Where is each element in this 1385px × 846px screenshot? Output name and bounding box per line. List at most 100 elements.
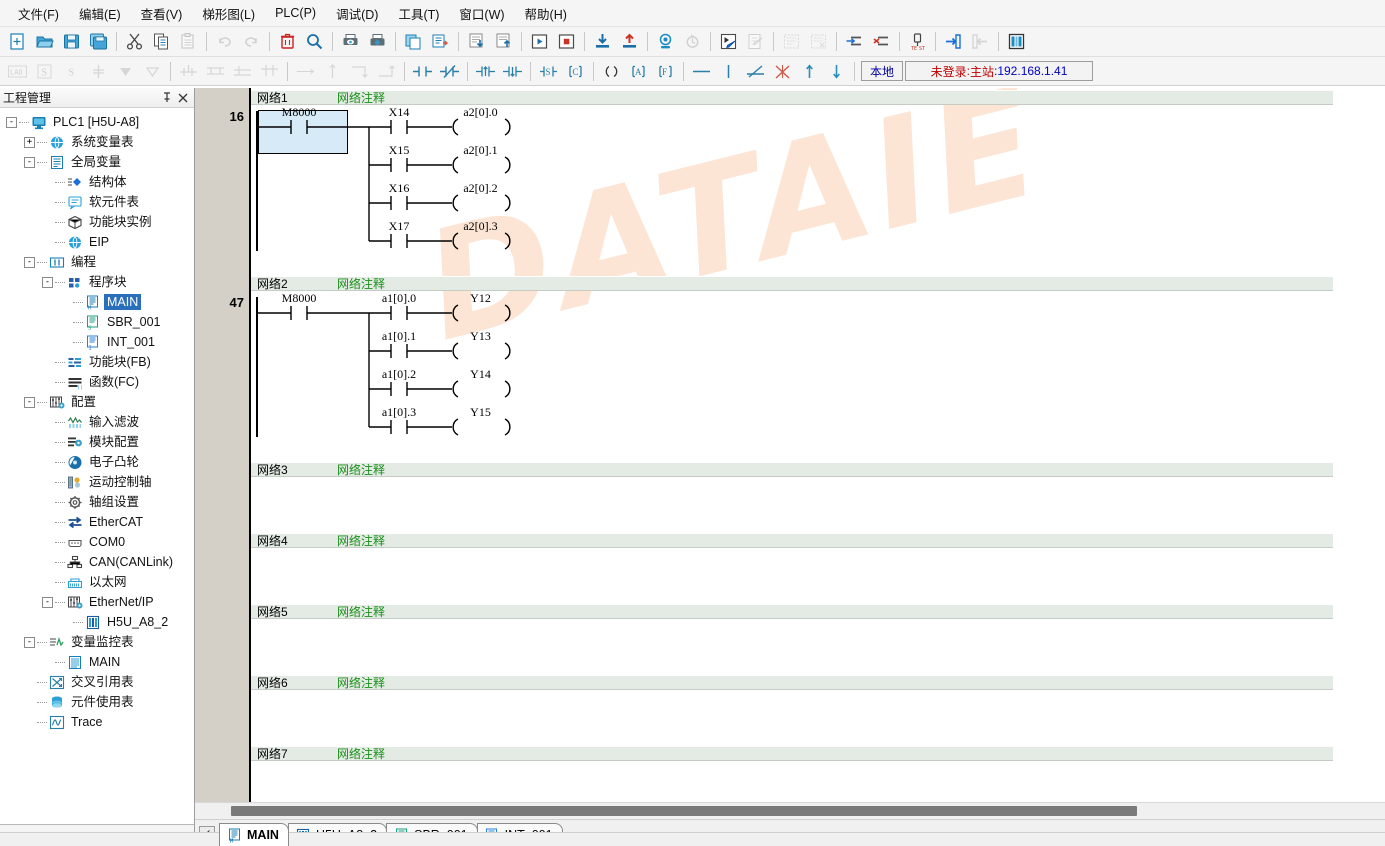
tree-global-vars[interactable]: - 全局变量 bbox=[0, 152, 194, 172]
clock-icon[interactable] bbox=[680, 29, 705, 54]
tree-h5u-a8-2[interactable]: H5U_A8_2 bbox=[0, 612, 194, 632]
expand-toggle-icon[interactable]: + bbox=[24, 136, 35, 148]
menu-ladder[interactable]: 梯形图(L) bbox=[192, 0, 265, 27]
monitor-icon[interactable] bbox=[653, 29, 678, 54]
tree-programming[interactable]: - 编程 bbox=[0, 252, 194, 272]
move-down-open-icon[interactable] bbox=[140, 59, 165, 84]
download-icon[interactable] bbox=[590, 29, 615, 54]
paste-icon[interactable] bbox=[176, 29, 201, 54]
collapse-toggle-icon[interactable]: - bbox=[24, 156, 35, 168]
network-comment[interactable]: 网络注释 bbox=[337, 745, 385, 762]
print-icon[interactable] bbox=[365, 29, 390, 54]
network-header-bar[interactable]: 网络3 网络注释 bbox=[251, 462, 1333, 477]
draw-hline-icon[interactable] bbox=[689, 59, 714, 84]
rung-branch-icon[interactable] bbox=[203, 59, 228, 84]
stop-icon[interactable] bbox=[554, 29, 579, 54]
logout-icon[interactable] bbox=[968, 29, 993, 54]
tree-eip[interactable]: EIP bbox=[0, 232, 194, 252]
no-contact-icon[interactable] bbox=[410, 59, 435, 84]
tree-axis-group[interactable]: 轴组设置 bbox=[0, 492, 194, 512]
run-edit-icon[interactable] bbox=[716, 29, 741, 54]
tree-com0[interactable]: COM0 bbox=[0, 532, 194, 552]
falling-contact-icon[interactable] bbox=[500, 59, 525, 84]
force-icon[interactable] bbox=[779, 29, 804, 54]
tree-element-usage[interactable]: 元件使用表 bbox=[0, 692, 194, 712]
stl-mode-icon[interactable]: S bbox=[32, 59, 57, 84]
open-folder-icon[interactable] bbox=[32, 29, 57, 54]
h-line-icon[interactable] bbox=[293, 59, 318, 84]
network-rungs[interactable]: M8000 X14 a2[0].0 X15 a2[0].1 X16 a2[0].2 X17 a2… bbox=[251, 105, 1333, 269]
collapse-toggle-icon[interactable]: - bbox=[24, 396, 35, 408]
nc-contact-icon[interactable] bbox=[437, 59, 462, 84]
collapse-toggle-icon[interactable]: - bbox=[42, 276, 53, 288]
tree-sbr-001[interactable]: S SBR_001 bbox=[0, 312, 194, 332]
project-tree[interactable]: - PLC1 [H5U-A8] + 系统变量表 - 全局变量 结构体 软元件表 功能块实例 EIP… bbox=[0, 108, 194, 824]
coil-icon[interactable] bbox=[599, 59, 624, 84]
menu-edit[interactable]: 编辑(E) bbox=[69, 0, 131, 27]
tree-ethernet[interactable]: 以太网 bbox=[0, 572, 194, 592]
upload-icon[interactable] bbox=[617, 29, 642, 54]
sfc-mode-icon[interactable]: S bbox=[59, 59, 84, 84]
tree-module-config[interactable]: 模块配置 bbox=[0, 432, 194, 452]
network-comment[interactable]: 网络注释 bbox=[337, 674, 385, 691]
tree-motion-axis[interactable]: 运动控制轴 bbox=[0, 472, 194, 492]
tree-int-001[interactable]: I INT_001 bbox=[0, 332, 194, 352]
login-icon[interactable] bbox=[941, 29, 966, 54]
test-usb-icon[interactable]: TE ST bbox=[905, 29, 930, 54]
v-line-up-icon[interactable] bbox=[320, 59, 345, 84]
connection-status-field[interactable]: 未登录: 主站:192.168.1.41 bbox=[905, 61, 1094, 81]
menu-debug[interactable]: 调试(D) bbox=[326, 0, 388, 27]
tree-cross-ref[interactable]: 交叉引用表 bbox=[0, 672, 194, 692]
network-header-bar[interactable]: 网络5 网络注释 bbox=[251, 604, 1333, 619]
tree-ecam[interactable]: 电子凸轮 bbox=[0, 452, 194, 472]
network-header-bar[interactable]: 网络4 网络注释 bbox=[251, 533, 1333, 548]
menu-tools[interactable]: 工具(T) bbox=[388, 0, 449, 27]
save-icon[interactable] bbox=[59, 29, 84, 54]
tree-ethernet-ip[interactable]: - EtherNet/IP bbox=[0, 592, 194, 612]
arrow-down-icon[interactable] bbox=[824, 59, 849, 84]
cut-icon[interactable] bbox=[122, 29, 147, 54]
tree-function[interactable]: () 函数(FC) bbox=[0, 372, 194, 392]
network-header-bar[interactable]: 网络2 网络注释 bbox=[251, 276, 1333, 291]
tree-soft-element[interactable]: 软元件表 bbox=[0, 192, 194, 212]
network-comment[interactable]: 网络注释 bbox=[337, 461, 385, 478]
collapse-toggle-icon[interactable]: - bbox=[6, 116, 17, 128]
tree-var-monitor[interactable]: - 变量监控表 bbox=[0, 632, 194, 652]
connection-mode-field[interactable]: 本地 bbox=[861, 61, 904, 81]
save-all-icon[interactable] bbox=[86, 29, 111, 54]
arrow-up-icon[interactable] bbox=[797, 59, 822, 84]
ladder-canvas[interactable]: DATAIE 网络1 网络注释 M8000 X14 a2[0].0 X15 a2[0].1 X… bbox=[251, 88, 1385, 802]
device-icon[interactable] bbox=[1004, 29, 1029, 54]
lad-mode-icon[interactable]: LAD bbox=[5, 59, 30, 84]
network-header-bar[interactable]: 网络1 网络注释 bbox=[251, 90, 1333, 105]
delete-hline-icon[interactable] bbox=[743, 59, 768, 84]
network-header-bar[interactable]: 网络7 网络注释 bbox=[251, 746, 1333, 761]
compile-icon[interactable] bbox=[401, 29, 426, 54]
rising-contact-icon[interactable] bbox=[473, 59, 498, 84]
network-comment[interactable]: 网络注释 bbox=[337, 532, 385, 549]
tree-system-vars[interactable]: + 系统变量表 bbox=[0, 132, 194, 152]
menu-view[interactable]: 查看(V) bbox=[131, 0, 193, 27]
new-file-icon[interactable] bbox=[5, 29, 30, 54]
find-icon[interactable] bbox=[302, 29, 327, 54]
network-comment[interactable]: 网络注释 bbox=[337, 603, 385, 620]
tree-struct[interactable]: 结构体 bbox=[0, 172, 194, 192]
delete-vline-icon[interactable] bbox=[770, 59, 795, 84]
tree-plc1[interactable]: - PLC1 [H5U-A8] bbox=[0, 112, 194, 132]
tree-can[interactable]: CAN(CANLink) bbox=[0, 552, 194, 572]
set-coil-icon[interactable]: S bbox=[536, 59, 561, 84]
compile-all-icon[interactable] bbox=[428, 29, 453, 54]
collapse-toggle-icon[interactable]: - bbox=[42, 596, 53, 608]
collapse-toggle-icon[interactable]: - bbox=[24, 256, 35, 268]
tree-input-filter[interactable]: 输入滤波 bbox=[0, 412, 194, 432]
tree-trace[interactable]: Trace bbox=[0, 712, 194, 732]
corner-down-icon[interactable] bbox=[347, 59, 372, 84]
print-preview-icon[interactable] bbox=[338, 29, 363, 54]
tab-main[interactable]: M MAIN bbox=[219, 823, 289, 846]
copy-icon[interactable] bbox=[149, 29, 174, 54]
delete-row-icon[interactable] bbox=[869, 29, 894, 54]
close-icon[interactable] bbox=[176, 91, 190, 105]
pin-icon[interactable] bbox=[160, 91, 174, 105]
insert-row-icon[interactable] bbox=[842, 29, 867, 54]
network-header-bar[interactable]: 网络6 网络注释 bbox=[251, 675, 1333, 690]
